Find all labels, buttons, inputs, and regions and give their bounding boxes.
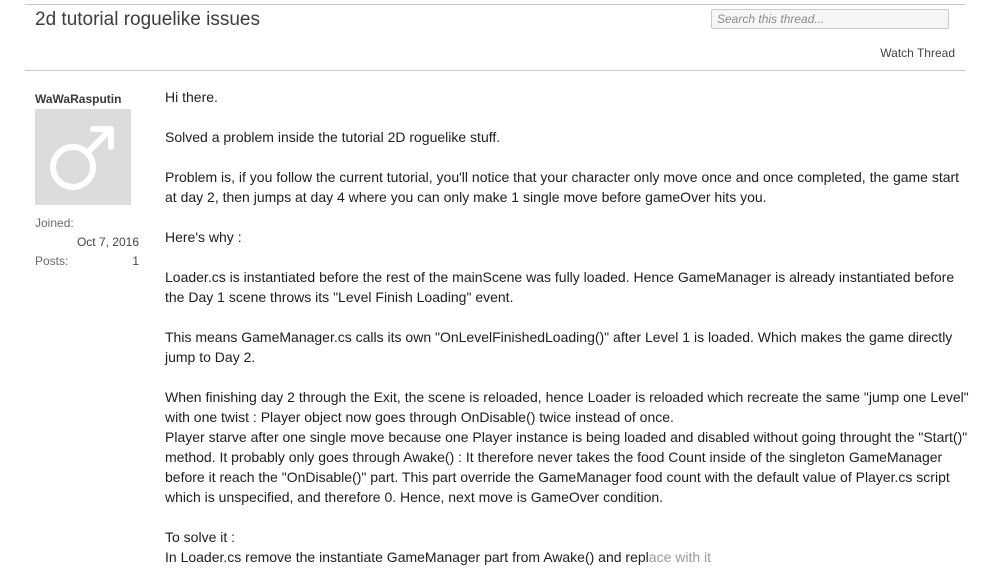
post-paragraph: Hi there. bbox=[165, 89, 218, 105]
author-avatar[interactable] bbox=[35, 109, 131, 205]
top-divider bbox=[25, 4, 965, 5]
male-symbol-icon bbox=[50, 126, 114, 190]
joined-date: Oct 7, 2016 bbox=[76, 235, 139, 249]
post-paragraph: Loader.cs is instantiated before the res… bbox=[165, 269, 955, 305]
post-paragraph: To solve it : bbox=[165, 529, 236, 545]
forum-thread-page: 2d tutorial roguelike issues Watch Threa… bbox=[0, 0, 1008, 586]
joined-date-row: Oct 7, 2016 bbox=[35, 235, 139, 254]
post-paragraph: When finishing day 2 through the Exit, t… bbox=[165, 389, 969, 425]
watch-thread-link[interactable]: Watch Thread bbox=[880, 46, 955, 60]
post-paragraph: Player starve after one single move beca… bbox=[165, 429, 968, 505]
header-divider bbox=[25, 70, 965, 71]
post-text-faded: ace with it bbox=[648, 549, 712, 565]
post-paragraph: Solved a problem inside the tutorial 2D … bbox=[165, 129, 501, 145]
post-paragraph: Here's why : bbox=[165, 229, 242, 245]
author-info-panel: WaWaRasputin Joined: Oct 7, 2016 Posts: … bbox=[35, 92, 139, 273]
post-message-body: Hi there. Solved a problem inside the tu… bbox=[165, 87, 970, 567]
posts-label: Posts: bbox=[35, 254, 69, 268]
post-paragraph: This means GameManager.cs calls its own … bbox=[165, 329, 953, 365]
post-paragraph-truncated: In Loader.cs remove the instantiate Game… bbox=[165, 547, 970, 567]
posts-row: Posts: 1 bbox=[35, 254, 139, 273]
posts-count: 1 bbox=[132, 254, 139, 268]
joined-row: Joined: bbox=[35, 216, 139, 235]
post-paragraph: Problem is, if you follow the current tu… bbox=[165, 169, 960, 205]
author-username[interactable]: WaWaRasputin bbox=[35, 92, 139, 106]
thread-title: 2d tutorial roguelike issues bbox=[35, 9, 260, 30]
post-text: In Loader.cs remove the instantiate Game… bbox=[165, 549, 649, 565]
search-thread-input[interactable] bbox=[711, 9, 949, 29]
joined-label: Joined: bbox=[35, 216, 74, 230]
